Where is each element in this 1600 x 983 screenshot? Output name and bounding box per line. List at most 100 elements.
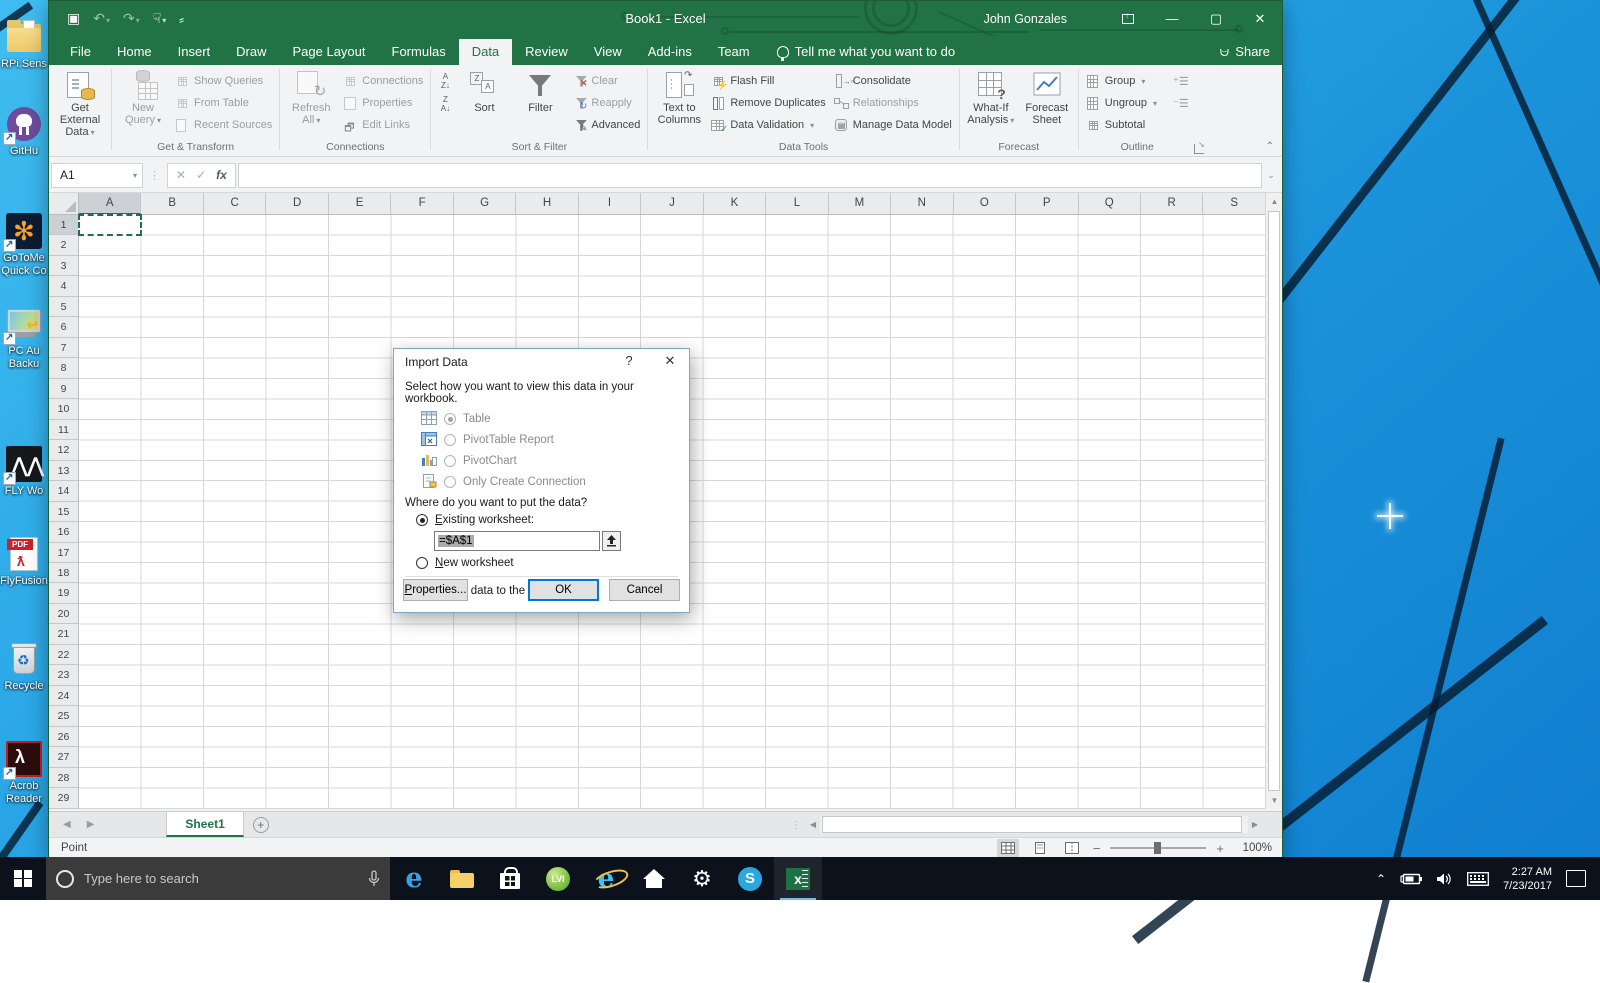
minimize-button[interactable]: — (1150, 1, 1194, 36)
collapse-dialog-button[interactable] (602, 531, 621, 551)
only-create-connection-radio[interactable] (444, 476, 456, 488)
tab-formulas[interactable]: Formulas (379, 39, 459, 65)
forecast-sheet-button[interactable]: ForecastSheet (1020, 68, 1074, 126)
column-header-L[interactable]: L (766, 193, 828, 214)
row-header-7[interactable]: 7 (49, 338, 78, 358)
tab-add-ins[interactable]: Add-ins (635, 39, 705, 65)
column-header-H[interactable]: H (516, 193, 578, 214)
get-external-data-button[interactable]: Get ExternalData▾ (53, 68, 107, 138)
taskbar-internet-explorer-icon[interactable]: e (582, 857, 630, 900)
row-header-19[interactable]: 19 (49, 583, 78, 603)
taskbar-skype-icon[interactable]: S (726, 857, 774, 900)
row-header-27[interactable]: 27 (49, 747, 78, 767)
filter-button[interactable]: Filter (513, 68, 567, 114)
ok-button[interactable]: OK (528, 579, 599, 601)
column-header-C[interactable]: C (204, 193, 266, 214)
desktop-icon-flyfusion-pdf[interactable]: PDF ƛ FlyFusion (0, 535, 48, 588)
vertical-scrollbar[interactable]: ▲ ▼ (1265, 193, 1282, 809)
tab-file[interactable]: File (57, 39, 104, 65)
option-table[interactable]: Table (421, 411, 678, 427)
row-header-10[interactable]: 10 (49, 399, 78, 419)
signed-in-user[interactable]: John Gonzales (984, 1, 1067, 36)
select-all-corner[interactable] (49, 193, 79, 215)
row-header-16[interactable]: 16 (49, 522, 78, 542)
existing-worksheet-radio[interactable] (416, 514, 428, 526)
desktop-icon-acrobat-reader[interactable]: λ Acrob Reader (0, 740, 48, 806)
row-header-25[interactable]: 25 (49, 706, 78, 726)
taskbar-file-explorer-icon[interactable] (438, 857, 486, 900)
sort-ascending-button[interactable]: AZ↓ (435, 72, 455, 92)
close-button[interactable]: ✕ (1238, 1, 1282, 36)
pivotchart-radio[interactable] (444, 455, 456, 467)
table-radio[interactable] (444, 413, 456, 425)
row-header-5[interactable]: 5 (49, 297, 78, 317)
row-header-9[interactable]: 9 (49, 379, 78, 399)
data-validation-button[interactable]: ✓Data Validation▾ (708, 115, 828, 135)
row-header-3[interactable]: 3 (49, 256, 78, 276)
row-header-21[interactable]: 21 (49, 624, 78, 644)
column-header-N[interactable]: N (891, 193, 953, 214)
manage-data-model-button[interactable]: ▤Manage Data Model (831, 115, 955, 135)
taskbar-edge-icon[interactable]: e (390, 857, 438, 900)
tab-draw[interactable]: Draw (223, 39, 279, 65)
column-header-D[interactable]: D (266, 193, 328, 214)
row-header-1[interactable]: 1 (49, 215, 78, 235)
column-header-O[interactable]: O (954, 193, 1016, 214)
maximize-button[interactable]: ▢ (1194, 1, 1238, 36)
clear-filter-button[interactable]: ✕Clear (569, 71, 643, 91)
option-only-create-connection[interactable]: Only Create Connection (421, 474, 678, 490)
desktop-icon-recycle-bin[interactable]: ♻ Recycle (0, 640, 48, 693)
desktop-icon-rpi-sensor[interactable]: RPi.Sens (0, 18, 48, 71)
cell-reference-input[interactable]: =$A$1 (434, 531, 600, 551)
zoom-out-icon[interactable]: − (1093, 841, 1101, 856)
flash-fill-button[interactable]: ⚡Flash Fill (708, 71, 828, 91)
reapply-filter-button[interactable]: ↻Reapply (569, 93, 643, 113)
taskbar-clock[interactable]: 2:27 AM 7/23/2017 (1503, 865, 1552, 893)
share-button[interactable]: ⩁ Share (1219, 43, 1270, 60)
zoom-level[interactable]: 100% (1234, 842, 1272, 854)
dialog-close-button[interactable]: ✕ (655, 349, 685, 373)
row-header-20[interactable]: 20 (49, 604, 78, 624)
normal-view-button[interactable] (997, 839, 1019, 857)
tab-page-layout[interactable]: Page Layout (280, 39, 379, 65)
ungroup-button[interactable]: Ungroup▾ (1083, 93, 1160, 113)
action-center-icon[interactable] (1566, 870, 1586, 887)
remove-duplicates-button[interactable]: Remove Duplicates (708, 93, 828, 113)
row-header-23[interactable]: 23 (49, 665, 78, 685)
selected-cell-a1[interactable] (78, 214, 142, 236)
zoom-in-icon[interactable]: + (1216, 841, 1224, 856)
ribbon-display-options-button[interactable] (1106, 1, 1150, 36)
relationships-button[interactable]: Relationships (831, 93, 955, 113)
formula-bar-splitter[interactable]: ⋮ (143, 169, 167, 182)
row-header-17[interactable]: 17 (49, 543, 78, 563)
tab-data[interactable]: Data (459, 39, 512, 65)
vertical-scroll-thumb[interactable] (1268, 211, 1280, 791)
column-header-J[interactable]: J (641, 193, 703, 214)
column-header-P[interactable]: P (1016, 193, 1078, 214)
horizontal-scrollbar[interactable]: ◀ ▶ (806, 815, 1262, 834)
column-header-Q[interactable]: Q (1079, 193, 1141, 214)
tab-home[interactable]: Home (104, 39, 165, 65)
horizontal-scroll-thumb[interactable] (822, 816, 1242, 833)
row-header-8[interactable]: 8 (49, 358, 78, 378)
desktop-icon-pc-backup[interactable]: ↩ PC Au Backu (0, 305, 48, 371)
column-header-R[interactable]: R (1141, 193, 1203, 214)
undo-icon[interactable]: ↶▾ (93, 10, 110, 27)
scroll-up-icon[interactable]: ▲ (1266, 193, 1283, 210)
touch-keyboard-icon[interactable] (1467, 872, 1489, 886)
row-header-22[interactable]: 22 (49, 645, 78, 665)
option-pivotchart[interactable]: PivotChart (421, 453, 678, 469)
scroll-left-icon[interactable]: ◀ (806, 815, 820, 834)
taskbar-lvi-app-icon[interactable]: LVI (534, 857, 582, 900)
cancel-button[interactable]: Cancel (609, 579, 680, 601)
row-header-12[interactable]: 12 (49, 440, 78, 460)
column-header-M[interactable]: M (829, 193, 891, 214)
hide-detail-button[interactable]: ⁻☰ (1170, 93, 1192, 113)
consolidate-button[interactable]: →▫Consolidate (831, 71, 955, 91)
column-header-S[interactable]: S (1203, 193, 1265, 214)
sort-button[interactable]: ZA Sort (457, 68, 511, 114)
subtotal-button[interactable]: Subtotal (1083, 115, 1160, 135)
new-worksheet-option[interactable]: New worksheet (416, 557, 678, 569)
row-header-11[interactable]: 11 (49, 420, 78, 440)
desktop-icon-gotomeeting[interactable]: ✻ GoToMe Quick Co (0, 212, 48, 278)
